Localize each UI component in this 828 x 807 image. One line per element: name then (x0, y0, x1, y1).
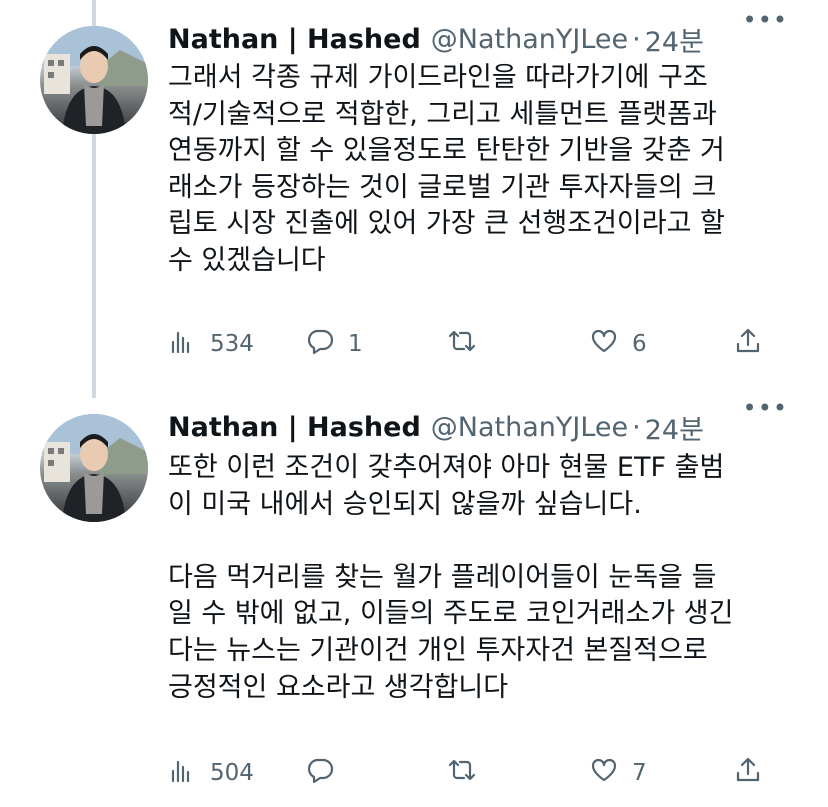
more-icon[interactable]: ••• (743, 394, 788, 422)
avatar[interactable] (40, 26, 148, 134)
comment-icon (306, 756, 334, 790)
retweet-button[interactable] (448, 324, 490, 364)
retweet-icon (448, 756, 476, 790)
like-count: 7 (632, 760, 647, 786)
tweet-actions: 534 1 6 (168, 324, 778, 364)
like-count: 6 (632, 331, 647, 357)
views-button[interactable]: 534 (168, 324, 254, 364)
bar-chart-icon (168, 327, 196, 361)
views-count: 504 (210, 760, 254, 786)
like-button[interactable]: 7 (590, 753, 647, 793)
share-icon (734, 756, 762, 790)
reply-button[interactable]: 1 (306, 324, 363, 364)
reply-button[interactable] (306, 753, 348, 793)
heart-icon (590, 756, 618, 790)
avatar[interactable] (40, 414, 148, 522)
author-handle[interactable]: @NathanYJLee (431, 412, 628, 443)
tweet[interactable]: Nathan | Hashed @NathanYJLee · 24분 ••• 또… (0, 394, 828, 807)
tweet-text: 또한 이런 조건이 갖추어져야 아마 현물 ETF 출범 이 미국 내에서 승인… (168, 452, 734, 703)
like-button[interactable]: 6 (590, 324, 647, 364)
more-icon[interactable]: ••• (743, 6, 788, 34)
tweet-text: 그래서 각종 규제 가이드라인을 따라가기에 구조 적/기술적으로 적합한, 그… (168, 62, 725, 276)
author-name[interactable]: Nathan | Hashed (168, 24, 421, 55)
author-name[interactable]: Nathan | Hashed (168, 412, 421, 443)
tweet-actions: 504 7 (168, 753, 778, 793)
bar-chart-icon (168, 756, 196, 790)
tweet-header: Nathan | Hashed @NathanYJLee · 24분 (168, 408, 704, 447)
share-button[interactable] (734, 753, 762, 793)
share-icon (734, 327, 762, 361)
share-button[interactable] (734, 324, 762, 364)
author-handle[interactable]: @NathanYJLee (431, 24, 628, 55)
separator-dot: · (632, 23, 641, 55)
tweet-header: Nathan | Hashed @NathanYJLee · 24분 (168, 20, 704, 59)
views-count: 534 (210, 331, 254, 357)
timestamp[interactable]: 24분 (645, 20, 704, 59)
tweet[interactable]: Nathan | Hashed @NathanYJLee · 24분 ••• 그… (0, 0, 828, 398)
comment-icon (306, 327, 334, 361)
views-button[interactable]: 504 (168, 753, 254, 793)
separator-dot: · (632, 411, 641, 443)
heart-icon (590, 327, 618, 361)
reply-count: 1 (348, 331, 363, 357)
timestamp[interactable]: 24분 (645, 408, 704, 447)
retweet-icon (448, 327, 476, 361)
retweet-button[interactable] (448, 753, 490, 793)
